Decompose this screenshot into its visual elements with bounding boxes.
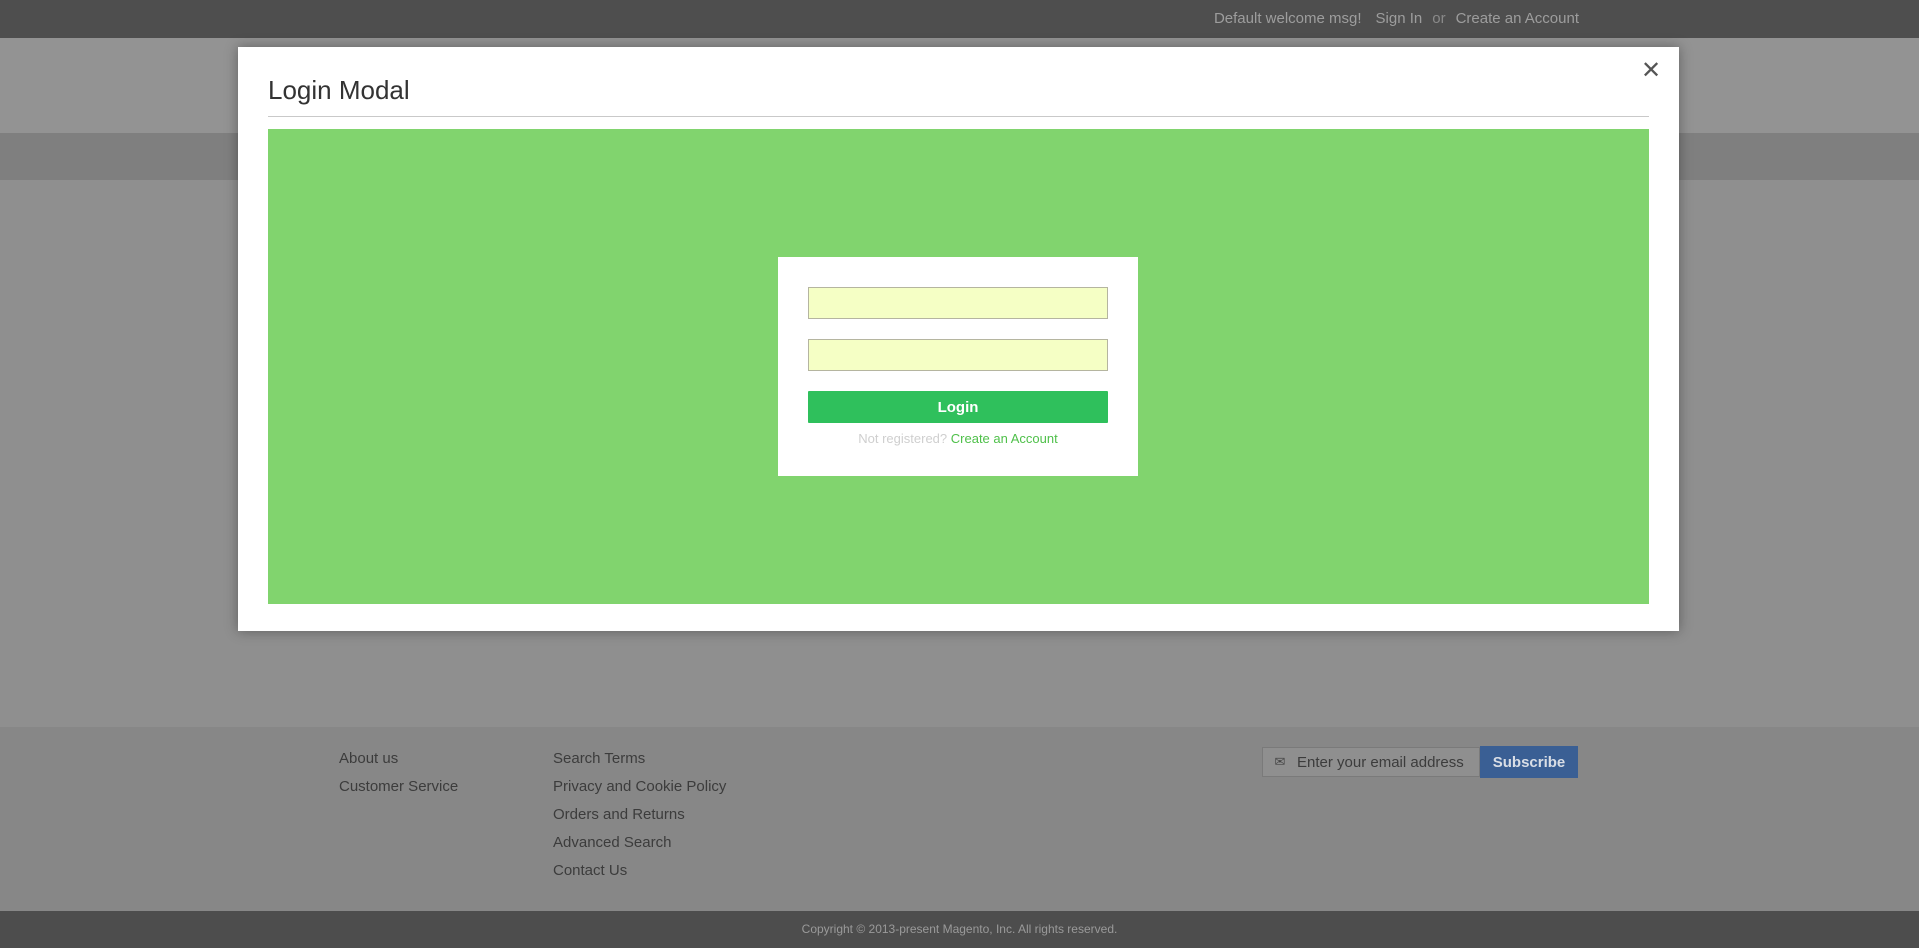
sign-in-link[interactable]: Sign In bbox=[1376, 10, 1423, 27]
register-prompt: Not registered? Create an Account bbox=[778, 431, 1138, 446]
modal-content: Login Not registered? Create an Account bbox=[268, 129, 1649, 604]
not-registered-text: Not registered? bbox=[858, 431, 948, 446]
login-form: Login Not registered? Create an Account bbox=[778, 257, 1138, 476]
welcome-message: Default welcome msg! bbox=[1213, 9, 1362, 27]
footer-link-privacy-policy[interactable]: Privacy and Cookie Policy bbox=[553, 773, 726, 801]
login-button[interactable]: Login bbox=[808, 391, 1108, 423]
modal-title: Login Modal bbox=[268, 75, 410, 105]
footer-link-customer-service[interactable]: Customer Service bbox=[339, 773, 458, 801]
top-bar: Default welcome msg! Sign In or Create a… bbox=[0, 0, 1919, 39]
password-input[interactable] bbox=[808, 339, 1108, 371]
footer-link-advanced-search[interactable]: Advanced Search bbox=[553, 829, 726, 857]
footer: About us Customer Service Search Terms P… bbox=[0, 727, 1919, 911]
footer-link-orders-returns[interactable]: Orders and Returns bbox=[553, 801, 726, 829]
username-input[interactable] bbox=[808, 287, 1108, 319]
newsletter-form: ✉ Subscribe bbox=[1262, 746, 1578, 778]
footer-column-1: About us Customer Service bbox=[339, 745, 458, 801]
close-icon[interactable]: ✕ bbox=[1637, 57, 1665, 85]
footer-link-contact-us[interactable]: Contact Us bbox=[553, 857, 726, 885]
footer-column-2: Search Terms Privacy and Cookie Policy O… bbox=[553, 745, 726, 885]
modal-divider bbox=[268, 116, 1649, 117]
login-modal: Login Modal ✕ Login Not registered? Crea… bbox=[238, 47, 1679, 631]
or-separator: or bbox=[1432, 9, 1446, 27]
top-links: Default welcome msg! Sign In or Create a… bbox=[1214, 0, 1579, 36]
subscribe-button[interactable]: Subscribe bbox=[1480, 746, 1578, 778]
footer-link-search-terms[interactable]: Search Terms bbox=[553, 745, 726, 773]
copyright-text: Copyright © 2013-present Magento, Inc. A… bbox=[0, 911, 1919, 948]
footer-link-about-us[interactable]: About us bbox=[339, 745, 458, 773]
newsletter-email-input[interactable] bbox=[1297, 749, 1472, 775]
create-account-link[interactable]: Create an Account bbox=[1456, 10, 1579, 27]
envelope-icon: ✉ bbox=[1274, 754, 1286, 769]
newsletter-field: ✉ bbox=[1262, 747, 1480, 777]
register-create-account-link[interactable]: Create an Account bbox=[951, 431, 1058, 446]
